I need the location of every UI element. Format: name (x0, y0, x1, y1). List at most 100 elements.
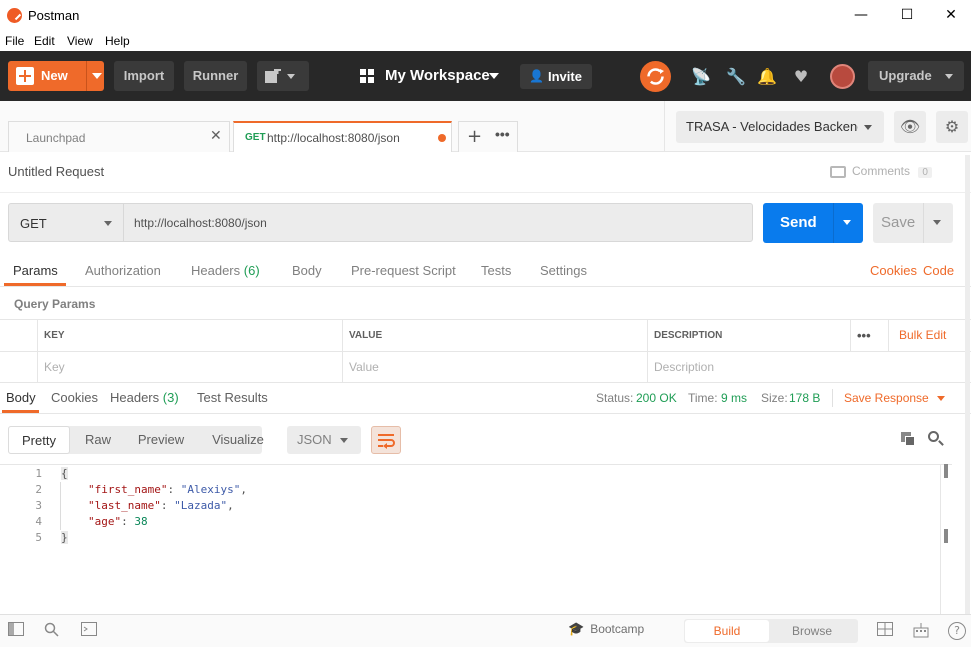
tab-tests[interactable]: Tests (481, 263, 511, 278)
method-select[interactable]: GET (8, 203, 124, 242)
query-params-title: Query Params (14, 297, 96, 311)
status-value[interactable]: 200 OK (636, 391, 677, 405)
tab-settings[interactable]: Settings (540, 263, 587, 278)
format-select[interactable]: JSON (287, 426, 361, 454)
plus-icon (16, 67, 34, 85)
save-response-button[interactable]: Save Response (844, 391, 946, 405)
upgrade-label: Upgrade (879, 68, 932, 83)
sync-button[interactable] (640, 61, 671, 92)
code-link[interactable]: Code (923, 263, 954, 278)
tab-launchpad[interactable]: Launchpad ✕ (8, 121, 230, 152)
tabs-row: Launchpad ✕ GET http://localhost:8080/js… (0, 101, 971, 152)
view-pretty[interactable]: Pretty (8, 426, 70, 454)
bell-icon[interactable]: 🔔 (757, 67, 777, 87)
menu-edit[interactable]: Edit (34, 34, 55, 48)
environment-label: TRASA - Velocidades Backend (686, 119, 858, 134)
request-name[interactable]: Untitled Request (8, 164, 104, 179)
menu-file[interactable]: File (5, 34, 24, 48)
maximize-button[interactable]: ☐ (884, 0, 930, 31)
tab-params[interactable]: Params (13, 263, 58, 278)
new-tab-plus-icon[interactable]: + (467, 126, 482, 147)
browse-mode-button[interactable]: Browse (770, 620, 854, 642)
invite-button[interactable]: 👤 Invite (520, 64, 592, 89)
json-key: "last_name" (88, 499, 161, 512)
environment-selector[interactable]: TRASA - Velocidades Backend (676, 111, 884, 143)
response-tab-test-results[interactable]: Test Results (197, 390, 268, 405)
bulk-edit-link[interactable]: Bulk Edit (899, 328, 946, 342)
send-button[interactable]: Send (763, 203, 863, 243)
console-icon[interactable] (80, 622, 98, 640)
copy-icon[interactable] (901, 432, 915, 446)
comments-button[interactable]: Comments 0 (830, 164, 932, 178)
url-input[interactable]: http://localhost:8080/json (123, 203, 753, 242)
tab-authorization[interactable]: Authorization (85, 263, 161, 278)
save-button[interactable]: Save (873, 203, 953, 243)
app-header: New Import Runner My Workspace 👤 Invite … (0, 51, 971, 101)
description-input[interactable]: Description (648, 351, 971, 382)
sidebar-toggle-icon[interactable] (7, 622, 25, 640)
size-value[interactable]: 178 B (789, 391, 820, 405)
keyboard-shortcuts-icon[interactable] (912, 622, 930, 640)
runner-button[interactable]: Runner (184, 61, 247, 91)
minimize-button[interactable]: — (838, 0, 884, 31)
view-visualize[interactable]: Visualize (202, 426, 274, 454)
active-tab-indicator (2, 410, 39, 413)
send-options-chevron-icon[interactable] (843, 220, 851, 225)
comment-icon (830, 165, 846, 178)
more-options-icon[interactable]: ••• (851, 320, 889, 351)
close-icon[interactable]: ✕ (210, 128, 222, 144)
wrench-icon[interactable]: 🔧 (726, 67, 746, 87)
code-line: "first_name": "Alexiys", (88, 483, 247, 496)
eye-icon[interactable]: 👁 (894, 111, 926, 143)
json-comma: , (240, 483, 247, 496)
cookies-link[interactable]: Cookies (870, 263, 917, 278)
satellite-icon[interactable]: 📡 (691, 67, 711, 87)
gear-icon[interactable]: ⚙ (936, 111, 968, 143)
response-body-code[interactable]: 1 { 2 "first_name": "Alexiys", 3 "last_n… (0, 464, 952, 614)
new-button[interactable]: New (8, 61, 104, 91)
new-window-button[interactable] (257, 61, 309, 91)
tab-body[interactable]: Body (292, 263, 322, 278)
grid-icon (360, 69, 374, 83)
tab-headers[interactable]: Headers (6) (191, 263, 260, 278)
upgrade-button[interactable]: Upgrade (868, 61, 964, 91)
new-button-label: New (41, 68, 68, 83)
tab-request[interactable]: GET http://localhost:8080/json (233, 121, 452, 152)
menu-view[interactable]: View (67, 34, 93, 48)
view-preview[interactable]: Preview (130, 426, 192, 454)
tab-prerequest-script[interactable]: Pre-request Script (351, 263, 456, 278)
save-options-chevron-icon[interactable] (933, 220, 941, 225)
avatar[interactable] (830, 64, 855, 89)
view-raw[interactable]: Raw (76, 426, 120, 454)
graduation-cap-icon: 🎓 (568, 622, 585, 637)
scrollbar[interactable] (965, 155, 970, 615)
help-icon[interactable]: ? (948, 622, 966, 640)
time-value[interactable]: 9 ms (721, 391, 747, 405)
key-input[interactable]: Key (38, 351, 343, 382)
response-tab-cookies[interactable]: Cookies (51, 390, 98, 405)
build-mode-button[interactable]: Build (685, 620, 769, 642)
scroll-marker[interactable] (944, 529, 948, 543)
more-tabs-icon[interactable]: ••• (495, 126, 510, 142)
two-pane-view-icon[interactable] (876, 622, 894, 640)
bootcamp-button[interactable]: 🎓 Bootcamp (568, 622, 644, 637)
search-icon[interactable] (928, 431, 944, 447)
wrap-lines-button[interactable] (371, 426, 401, 454)
col-header-value: VALUE (343, 320, 648, 351)
import-button[interactable]: Import (114, 61, 174, 91)
close-window-button[interactable]: ✕ (928, 0, 971, 31)
response-tab-body[interactable]: Body (6, 390, 36, 405)
json-key: "age" (88, 515, 122, 528)
new-dropdown-caret-icon[interactable] (92, 73, 102, 79)
find-replace-icon[interactable] (43, 622, 61, 640)
new-button-divider (86, 61, 87, 91)
tab-label: http://localhost:8080/json (267, 131, 400, 145)
workspace-label: My Workspace (385, 67, 490, 84)
value-input[interactable]: Value (343, 351, 648, 382)
build-browse-toggle: Build Browse (684, 619, 858, 643)
code-line: { (61, 467, 68, 480)
heart-icon[interactable]: ♥ (791, 67, 811, 87)
menu-help[interactable]: Help (105, 34, 130, 48)
scroll-marker[interactable] (944, 464, 948, 478)
response-tab-headers[interactable]: Headers (3) (110, 390, 179, 405)
